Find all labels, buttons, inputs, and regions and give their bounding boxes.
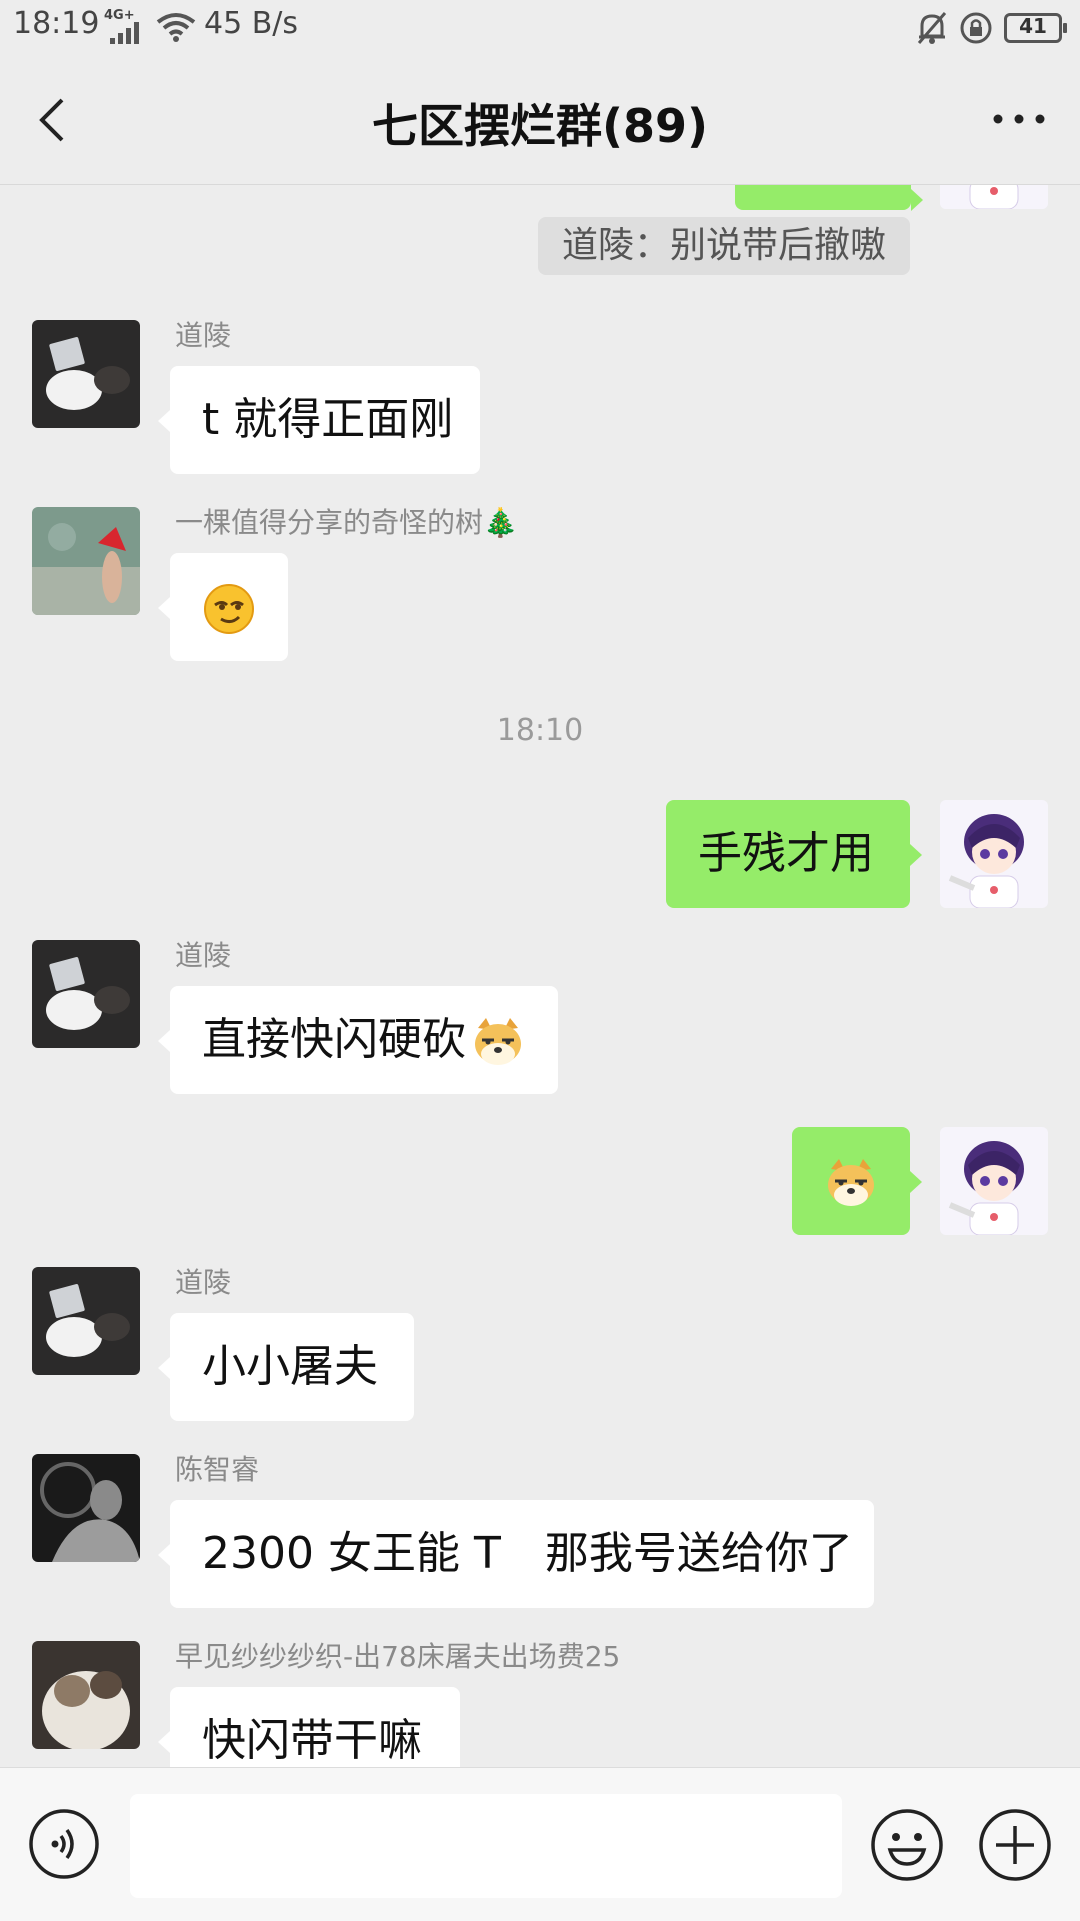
- message-input[interactable]: [130, 1794, 842, 1898]
- avatar-zaojian[interactable]: [32, 1641, 140, 1749]
- voice-icon[interactable]: [28, 1808, 100, 1880]
- sender-name: 陈智睿: [175, 1453, 260, 1486]
- avatar-daoling[interactable]: [32, 940, 140, 1048]
- mute-bell-icon: [914, 10, 950, 46]
- smirk-emoji-icon: [203, 583, 255, 635]
- doge-emoji-icon: [825, 1157, 877, 1209]
- sender-name: 早见纱纱纱织-出78床屠夫出场费25: [175, 1640, 621, 1673]
- sender-name: 道陵: [175, 319, 232, 352]
- message-text: 小小屠夫: [202, 1341, 378, 1392]
- avatar-daoling[interactable]: [32, 1267, 140, 1375]
- message-bubble[interactable]: t 就得正面刚: [158, 366, 480, 474]
- message-text: 手残才用: [698, 828, 874, 879]
- chat-header: 七区摆烂群(89): [0, 56, 1080, 185]
- message-text: 直接快闪硬砍: [202, 1014, 466, 1065]
- status-time: 18:19: [13, 6, 100, 41]
- time-divider: 18:10: [496, 713, 584, 748]
- status-bar: 18:19 4G+ 45 B/s 41: [0, 0, 1080, 56]
- message-text: t 就得正面刚: [202, 394, 454, 445]
- avatar-daoling[interactable]: [32, 320, 140, 428]
- my-avatar[interactable]: [940, 800, 1048, 908]
- message-bubble[interactable]: 2300 女王能 T 那我号送给你了: [158, 1500, 874, 1608]
- message-bubble-outgoing[interactable]: [792, 1127, 922, 1235]
- emoji-icon[interactable]: [870, 1808, 944, 1882]
- message-bubble[interactable]: 小小屠夫: [158, 1313, 414, 1421]
- battery-icon: 41: [1004, 13, 1067, 43]
- sender-name: 道陵: [175, 939, 232, 972]
- message-text: 快闪带干嘛: [202, 1715, 422, 1766]
- message-text: 2300 女王能 T 那我号送给你了: [202, 1528, 853, 1579]
- chat-title: 七区摆烂群(89): [371, 99, 709, 153]
- sender-name: 道陵: [175, 1266, 232, 1299]
- message-bubble-outgoing[interactable]: 手残才用: [666, 800, 922, 908]
- wifi-icon: [156, 12, 196, 42]
- signal-icon: 4G+: [104, 8, 146, 44]
- battery-level: 41: [1019, 14, 1047, 38]
- input-bar: [0, 1767, 1080, 1921]
- avatar-tree[interactable]: [32, 507, 140, 615]
- message-bubble[interactable]: 直接快闪硬砍: [158, 986, 558, 1094]
- doge-emoji-icon: [472, 1016, 524, 1068]
- my-avatar[interactable]: [940, 1127, 1048, 1235]
- system-notice: 道陵：别说带后撤嗷: [537, 217, 910, 275]
- message-list[interactable]: 道陵：别说带后撤嗷 道陵 t 就得正面刚 一棵值得分享的奇怪的树🎄 18:10 …: [0, 185, 1080, 1767]
- more-icon[interactable]: [988, 96, 1050, 142]
- sender-name: 一棵值得分享的奇怪的树🎄: [175, 506, 518, 539]
- back-arrow-icon[interactable]: [26, 92, 82, 148]
- avatar-chenzhirui[interactable]: [32, 1454, 140, 1562]
- message-bubble[interactable]: [158, 553, 288, 661]
- plus-icon[interactable]: [978, 1808, 1052, 1882]
- net-speed: 45 B/s: [204, 6, 299, 41]
- network-type: 4G+: [104, 8, 135, 23]
- message-bubble[interactable]: 快闪带干嘛: [158, 1687, 460, 1767]
- rotation-lock-icon: [958, 10, 994, 46]
